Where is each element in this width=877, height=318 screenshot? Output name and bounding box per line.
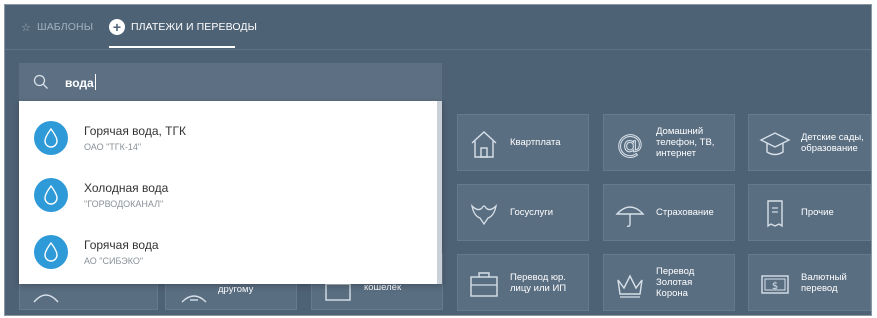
search-box[interactable] [19,63,442,101]
search-icon [33,74,48,89]
tile-zolotaya-korona-label: Перевод Золотая Корона [656,266,695,299]
crown-icon [617,274,643,298]
tile-insurance-label: Страхование [656,207,714,218]
tile-zolotaya-korona[interactable]: Перевод Золотая Корона [603,254,735,311]
receipt-icon [767,200,783,228]
search-input[interactable] [63,71,427,95]
text-cursor [95,74,96,90]
suggestion-name: Горячая вода [84,238,159,252]
tile-kindergartens[interactable]: Детские сады, образование [748,114,871,171]
house-icon [471,131,497,158]
tab-templates[interactable]: ☆ ШАБЛОНЫ [21,5,93,49]
water-drop-icon [34,178,68,212]
tab-payments[interactable]: + ПЛАТЕЖИ И ПЕРЕВОДЫ [109,5,257,49]
tile-currency-transfer-label: Валютный перевод [801,271,847,294]
tab-templates-label: ШАБЛОНЫ [36,21,94,33]
tile-transfer-legal-label: Перевод юр. лицу или ИП [510,271,567,294]
tile-currency-transfer[interactable]: $ Валютный перевод [748,254,871,311]
dropdown-scrollbar-thumb[interactable] [437,101,442,284]
umbrella-icon [615,206,645,227]
suggestion-item[interactable]: Холодная вода "ГОРВОДОКАНАЛ" [19,168,437,226]
tab-bar: ☆ ШАБЛОНЫ + ПЛАТЕЖИ И ПЕРЕВОДЫ [5,5,871,50]
suggestion-org: ОАО "ТГК-14" [84,142,142,152]
tile-gosuslugi-label: Госуслуги [510,207,554,218]
tile-other[interactable]: Прочие [748,184,871,241]
eagle-icon [470,204,498,226]
suggestion-name: Холодная вода [84,181,169,195]
suggestion-name: Горячая вода, ТГК [84,124,186,138]
active-tab-indicator [109,46,235,48]
star-icon: ☆ [21,21,31,34]
water-drop-icon [34,235,68,269]
plus-icon: + [109,19,125,35]
tile-insurance[interactable]: Страхование [603,184,735,241]
tab-payments-label: ПЛАТЕЖИ И ПЕРЕВОДЫ [131,21,258,33]
tile-kvartplata[interactable]: Квартплата [457,114,589,171]
tile-home-phone-label: Домашний телефон, ТВ, интернет [656,126,715,159]
graduation-cap-icon [759,132,791,156]
suggestion-org: "ГОРВОДОКАНАЛ" [84,199,164,209]
banknote-dollar-icon: $ [761,275,789,294]
dropdown-scrollbar[interactable] [437,101,442,284]
water-drop-icon [34,121,68,155]
tile-transfer-legal[interactable]: Перевод юр. лицу или ИП [457,254,589,311]
svg-text:@: @ [617,130,643,160]
svg-text:$: $ [772,281,778,292]
tile-gosuslugi[interactable]: Госуслуги [457,184,589,241]
search-suggestions-dropdown: Горячая вода, ТГК ОАО "ТГК-14" Холодная … [19,101,442,284]
briefcase-icon [470,272,498,297]
at-sign-icon: @ [617,130,644,161]
tile-kvartplata-label: Квартплата [510,137,561,148]
tile-other-label: Прочие [801,207,834,218]
payments-panel: ☆ ШАБЛОНЫ + ПЛАТЕЖИ И ПЕРЕВОДЫ Перевод с… [4,4,872,316]
tile-home-phone[interactable]: @ Домашний телефон, ТВ, интернет [603,114,735,171]
suggestion-item[interactable]: Горячая вода, ТГК ОАО "ТГК-14" [19,111,437,169]
tile-kindergartens-label: Детские сады, образование [801,131,864,154]
suggestion-item[interactable]: Горячая вода АО "СИБЭКО" [19,225,437,283]
suggestion-org: АО "СИБЭКО" [84,256,144,266]
